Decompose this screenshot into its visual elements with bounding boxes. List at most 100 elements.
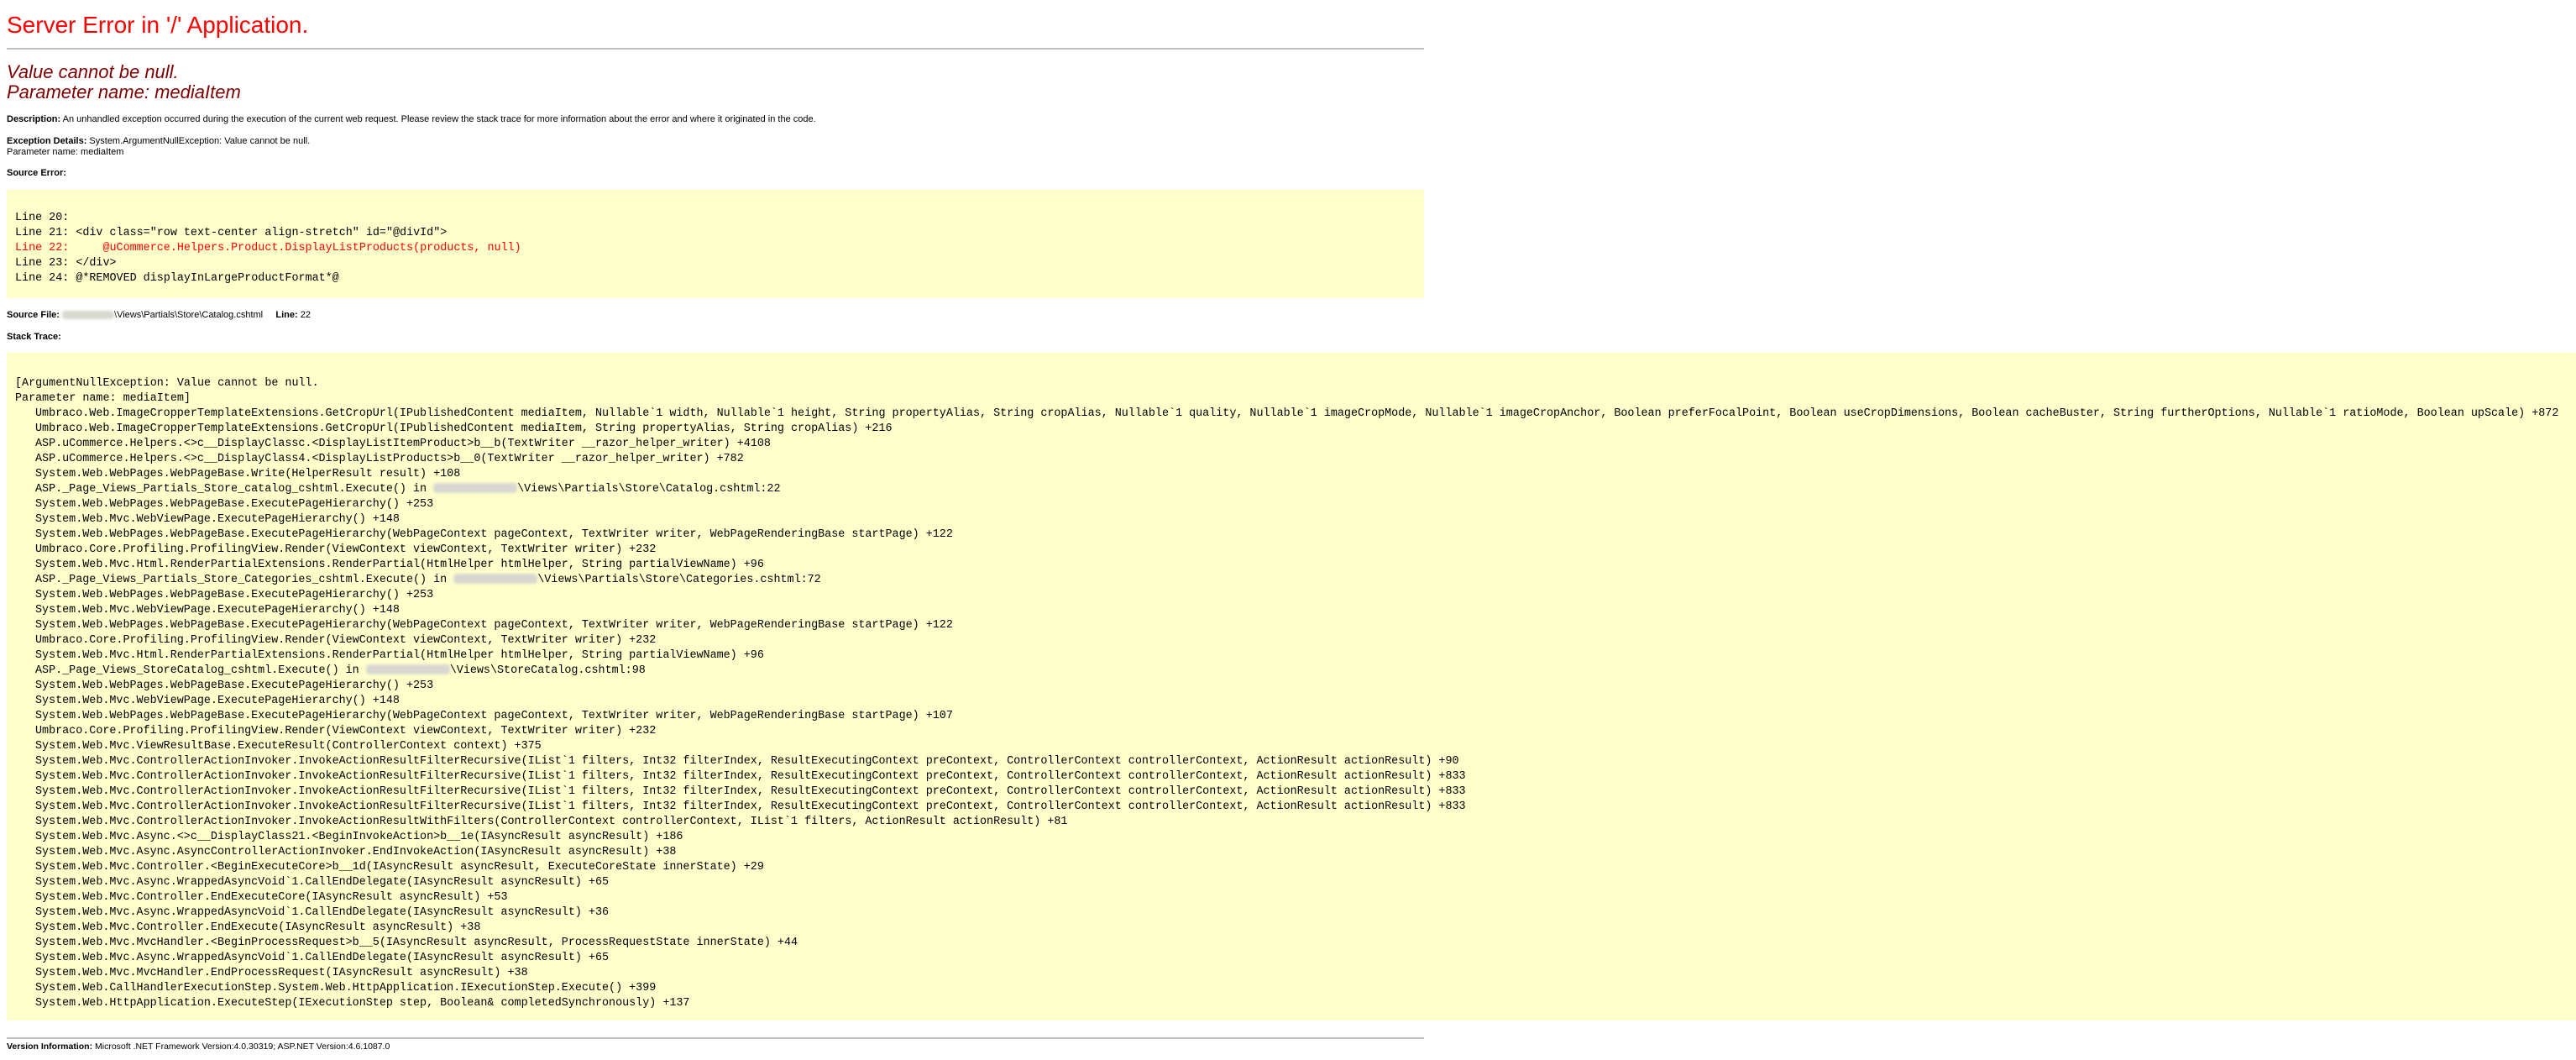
stack-frame-text: System.Web.WebPages.WebPageBase.ExecuteP… [35,680,434,692]
stack-frame-text: Umbraco.Core.Profiling.ProfilingView.Ren… [35,725,657,737]
stack-frame-text: Umbraco.Core.Profiling.ProfilingView.Ren… [35,634,657,647]
exception-parameter: Parameter name: mediaItem [7,81,241,102]
stack-frame: System.Web.Mvc.Async.AsyncControllerActi… [15,845,2576,860]
stack-frame-text: System.Web.Mvc.Controller.EndExecuteCore… [35,891,508,904]
stack-frame-text: System.Web.Mvc.ViewResultBase.ExecuteRes… [35,740,542,753]
stack-frame: System.Web.Mvc.Async.WrappedAsyncVoid`1.… [15,905,2576,921]
stack-frame-text: Umbraco.Core.Profiling.ProfilingView.Ren… [35,543,657,556]
stack-frame-text: System.Web.Mvc.ControllerActionInvoker.I… [35,755,1459,768]
stack-frame-text: System.Web.Mvc.Async.WrappedAsyncVoid`1.… [35,952,610,964]
stack-trace-header-line: Parameter name: mediaItem] [15,392,191,405]
stack-frame: System.Web.Mvc.Html.RenderPartialExtensi… [15,648,2576,664]
stack-frame: System.Web.WebPages.WebPageBase.ExecuteP… [15,497,2576,512]
stack-frame: System.Web.CallHandlerExecutionStep.Syst… [15,981,2576,996]
stack-frame: System.Web.Mvc.ControllerActionInvoker.I… [15,800,2576,815]
stack-frame: System.Web.WebPages.WebPageBase.ExecuteP… [15,618,2576,633]
stack-frame: System.Web.WebPages.WebPageBase.ExecuteP… [15,527,2576,543]
stack-trace-label: Stack Trace: [7,332,61,343]
stack-frame-text: System.Web.Mvc.ControllerActionInvoker.I… [35,785,1466,798]
stack-frame-text: System.Web.WebPages.WebPageBase.ExecuteP… [35,619,953,632]
exception-details-line2: Parameter name: mediaItem [7,147,124,157]
stack-frame-text: System.Web.WebPages.WebPageBase.ExecuteP… [35,710,953,722]
stack-frame: Umbraco.Core.Profiling.ProfilingView.Ren… [15,543,2576,558]
stack-frame-text: Umbraco.Web.ImageCropperTemplateExtensio… [35,407,2559,420]
stack-frame-text: System.Web.Mvc.MvcHandler.EndProcessRequ… [35,967,528,979]
source-file-path: \Views\Partials\Store\Catalog.cshtml [114,310,264,320]
source-error-label: Source Error: [7,168,66,179]
source-file-label: Source File: [7,310,60,320]
redacted-path [365,664,450,675]
stack-frame-text: System.Web.WebPages.WebPageBase.ExecuteP… [35,528,953,541]
stack-trace-header-line: [ArgumentNullException: Value cannot be … [15,377,319,390]
stack-frame-text: System.Web.Mvc.WebViewPage.ExecutePageHi… [35,604,400,617]
stack-frame-text: Umbraco.Web.ImageCropperTemplateExtensio… [35,422,893,435]
stack-trace-label-text: Stack Trace: [7,332,61,342]
exception-details-block: Exception Details: System.ArgumentNullEx… [7,136,310,147]
stack-frame-text: System.Web.WebPages.WebPageBase.Write(He… [35,468,461,480]
source-code-line: Line 20: [15,212,70,224]
stack-frame-text: System.Web.Mvc.Html.RenderPartialExtensi… [35,559,764,571]
stack-frame: System.Web.Mvc.Html.RenderPartialExtensi… [15,558,2576,573]
stack-frame: System.Web.Mvc.Async.WrappedAsyncVoid`1.… [15,951,2576,966]
version-text: Microsoft .NET Framework Version:4.0.303… [95,1042,390,1052]
stack-frame: Umbraco.Core.Profiling.ProfilingView.Ren… [15,633,2576,648]
stack-frame: System.Web.Mvc.WebViewPage.ExecutePageHi… [15,694,2576,709]
top-divider [7,48,1424,50]
version-label: Version Information: [7,1042,93,1052]
stack-frame-text: System.Web.CallHandlerExecutionStep.Syst… [35,982,657,994]
stack-frame: System.Web.Mvc.WebViewPage.ExecutePageHi… [15,603,2576,618]
stack-frame-path: \Views\Partials\Store\Catalog.cshtml:22 [517,483,781,496]
stack-frame: System.Web.Mvc.Async.WrappedAsyncVoid`1.… [15,875,2576,890]
stack-frame-path: \Views\StoreCatalog.cshtml:98 [449,664,646,677]
stack-frame-text: System.Web.Mvc.ControllerActionInvoker.I… [35,800,1466,813]
stack-frame-text: System.Web.Mvc.Async.<>c__DisplayClass21… [35,831,683,843]
stack-frame-text: ASP._Page_Views_Partials_Store_catalog_c… [35,483,434,496]
stack-frame-text: System.Web.WebPages.WebPageBase.ExecuteP… [35,498,434,511]
stack-frame-text: System.Web.Mvc.ControllerActionInvoker.I… [35,770,1466,783]
exception-heading: Value cannot be null. Parameter name: me… [7,62,241,102]
source-code-line: Line 24: @*REMOVED displayInLargeProduct… [15,272,339,285]
stack-frame: ASP._Page_Views_Partials_Store_Categorie… [15,573,2576,588]
exception-details-label: Exception Details: [7,136,87,146]
stack-frame: System.Web.Mvc.Async.<>c__DisplayClass21… [15,830,2576,845]
stack-frame: System.Web.Mvc.MvcHandler.<BeginProcessR… [15,936,2576,951]
stack-frame: Umbraco.Core.Profiling.ProfilingView.Ren… [15,724,2576,739]
stack-frame-text: System.Web.Mvc.ControllerActionInvoker.I… [35,816,1068,828]
stack-frame-text: System.Web.Mvc.MvcHandler.<BeginProcessR… [35,937,798,949]
stack-frame-text: System.Web.Mvc.Async.WrappedAsyncVoid`1.… [35,876,610,889]
stack-frame-text: System.Web.Mvc.WebViewPage.ExecutePageHi… [35,513,400,526]
stack-frame: System.Web.Mvc.Controller.EndExecute(IAs… [15,921,2576,936]
stack-frame-text: ASP._Page_Views_StoreCatalog_cshtml.Exec… [35,664,366,677]
description-text: An unhandled exception occurred during t… [62,114,816,124]
stack-frame-text: System.Web.WebPages.WebPageBase.ExecuteP… [35,589,434,601]
stack-frame-path: \Views\Partials\Store\Categories.cshtml:… [537,574,821,586]
redacted-path [62,311,115,320]
stack-trace-code: [ArgumentNullException: Value cannot be … [7,353,2576,1021]
stack-frame-text: System.Web.Mvc.Controller.EndExecute(IAs… [35,921,481,934]
description-block: Description: An unhandled exception occu… [7,114,816,125]
redacted-path [433,483,518,494]
stack-frame-text: System.Web.Mvc.WebViewPage.ExecutePageHi… [35,695,400,707]
bottom-divider [7,1037,1424,1039]
stack-frame: ASP.uCommerce.Helpers.<>c__DisplayClassc… [15,437,2576,452]
stack-frame-text: System.Web.Mvc.Html.RenderPartialExtensi… [35,649,764,662]
stack-frame: System.Web.WebPages.WebPageBase.Write(He… [15,467,2576,482]
stack-frame-text: ASP.uCommerce.Helpers.<>c__DisplayClassc… [35,438,771,450]
stack-frame-text: ASP._Page_Views_Partials_Store_Categorie… [35,574,454,586]
redacted-path [453,574,538,585]
page-title: Server Error in '/' Application. [7,12,309,38]
stack-frame: System.Web.Mvc.ControllerActionInvoker.I… [15,815,2576,830]
source-code-line: Line 23: </div> [15,257,117,270]
exception-details-line1: System.ArgumentNullException: Value cann… [89,136,311,146]
stack-frame: ASP._Page_Views_Partials_Store_catalog_c… [15,482,2576,497]
stack-frame: System.Web.Mvc.WebViewPage.ExecutePageHi… [15,512,2576,527]
stack-frame: ASP._Page_Views_StoreCatalog_cshtml.Exec… [15,664,2576,679]
source-file-block: Source File: \Views\Partials\Store\Catal… [7,310,311,321]
stack-frame-text: ASP.uCommerce.Helpers.<>c__DisplayClass4… [35,453,744,465]
stack-frame: System.Web.Mvc.Controller.EndExecuteCore… [15,890,2576,905]
stack-frame: System.Web.Mvc.MvcHandler.EndProcessRequ… [15,966,2576,981]
stack-frame: System.Web.Mvc.ControllerActionInvoker.I… [15,785,2576,800]
stack-frame: Umbraco.Web.ImageCropperTemplateExtensio… [15,422,2576,437]
source-error-code: Line 20: Line 21: <div class="row text-ce… [7,190,1424,298]
version-block: Version Information: Microsoft .NET Fram… [7,1042,390,1052]
